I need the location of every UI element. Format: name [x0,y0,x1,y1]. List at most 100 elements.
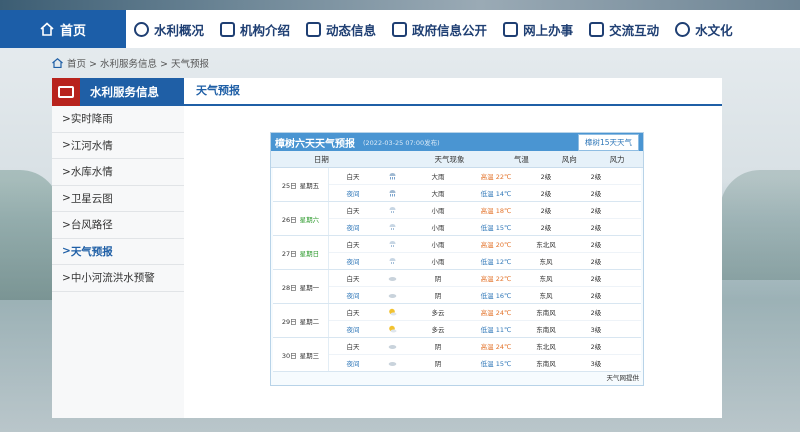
weather-text: 小雨 [431,207,445,216]
sidebar-item-realtime-rain[interactable]: > 实时降雨 [52,106,184,133]
temp-label: 高温 [480,343,494,352]
sidebar-item-label: 中小河流洪水预警 [70,272,155,285]
light-rain-icon [377,223,407,231]
temperature: 低温 15℃ [469,358,523,368]
temp-value: 15℃ [495,360,512,369]
newspaper-icon [58,86,74,98]
sidebar-item-river-level[interactable]: > 江河水情 [52,133,184,159]
wind-direction: 东北风 [536,343,556,352]
day-part-label: 夜间 [346,326,360,335]
forecast-day-row: 25日 星期五 白天 大雨 高温 22℃ 2级 2级 夜间 大雨 低温 14℃ 2级 2级 [273,168,641,202]
overcast-icon [377,342,407,350]
fifteen-day-button[interactable]: 樟树15天天气 [577,133,639,151]
temp-label: 低温 [480,360,494,369]
nav-home-label: 首页 [59,23,86,39]
day-part-label: 白天 [346,173,360,182]
nav-item-label: 水文化 [695,22,733,38]
weather-text: 小雨 [431,258,445,267]
day-part-label: 夜间 [346,292,360,301]
forecast-published: (2022-03-25 07:00发布) [363,139,440,147]
chat-icon [589,21,605,37]
wind-power: 3级 [590,326,602,335]
weather-text: 阴 [434,275,442,284]
forecast-widget: 樟树六天天气预报 (2022-03-25 07:00发布) 樟树15天天气 日期… [270,132,644,386]
wind-power: 2级 [590,292,602,301]
building-icon [220,21,236,37]
forecast-weekday: 星期六 [299,215,320,224]
temp-value: 16℃ [495,292,512,301]
globe-icon [134,21,149,37]
overcast-icon [377,291,407,299]
col-weather: 天气现象 [434,154,465,164]
water-drop-icon [675,21,691,37]
day-part-label: 夜间 [346,190,360,199]
forecast-date-day: 28日 [281,283,297,292]
sidebar-item-label: 水库水情 [70,166,113,179]
breadcrumb: 首页 > 水利服务信息 > 天气预报 [52,56,209,70]
day-part-label: 夜间 [346,224,360,233]
forecast-day-row: 白天 多云 高温 24℃ 东南风 2级 [329,304,641,320]
nav-item-overview[interactable]: 水利概况 [126,10,212,48]
tab-weather[interactable]: 天气预报 [184,82,252,104]
weather-text: 小雨 [431,241,445,250]
nav-item-online-service[interactable]: 网上办事 [495,10,581,48]
temperature: 低温 15℃ [469,222,523,232]
forecast-day-parts: 白天 小雨 高温 18℃ 2级 2级 夜间 小雨 低温 15℃ 2级 2级 [329,202,641,235]
forecast-date-day: 29日 [281,317,297,326]
forecast-day-row: 30日 星期三 白天阴高温 24℃ 东北风 2级 夜间阴低温 15℃ 东南风 3级 [273,338,641,372]
nav-home[interactable]: 首页 [0,10,126,48]
wind-direction: 2级 [540,190,552,199]
nav-item-gov-info[interactable]: 政府信息公开 [384,10,495,48]
sidebar-title: 水利服务信息 [80,78,184,106]
col-temp: 气温 [513,154,529,164]
forecast-night-row: 夜间 大雨 低温 14℃ 2级 2级 [329,184,641,201]
forecast-day-row: 白天 阴 高温 22℃ 东风 2级 [329,270,641,286]
forecast-day-row: 29日 星期二 白天 多云 高温 24℃ 东南风 2级 夜间 多云 低温 11℃ 东南风 3级 [273,304,641,338]
nav-item-water-culture[interactable]: 水文化 [667,10,741,48]
forecast-date-day: 27日 [281,249,297,258]
forecast-day-row: 白天 阴 高温 24℃ 东北风 2级 [329,338,641,354]
temperature: 低温 11℃ [469,324,523,334]
sidebar-header: 水利服务信息 [52,78,184,106]
hill-left [0,170,60,300]
col-wind-power: 风力 [609,154,625,164]
overcast-icon [377,274,407,282]
forecast-title: 樟树六天天气预报 [275,138,355,150]
sidebar-item-typhoon[interactable]: > 台风路径 [52,212,184,239]
nav-item-interaction[interactable]: 交流互动 [581,10,667,48]
forecast-day-row: 27日 星期日 白天 小雨 高温 20℃ 东北风 2级 夜间 小雨 低温 12℃ 东风 2级 [273,236,641,270]
forecast-weekday: 星期二 [299,317,320,326]
nav-item-institution[interactable]: 机构介绍 [212,10,298,48]
day-part-label: 白天 [346,275,360,284]
wind-power: 2级 [590,343,602,352]
sidebar-item-label: 天气预报 [70,245,113,258]
forecast-night-row: 夜间 阴 低温 15℃ 东南风 3级 [329,354,641,371]
sidebar-item-weather[interactable]: > 天气预报 [52,239,184,265]
nav-item-label: 动态信息 [326,22,377,38]
forecast-days: 25日 星期五 白天 大雨 高温 22℃ 2级 2级 夜间 大雨 低温 14℃ 2级 2级 26日 星期六… [271,168,643,372]
sidebar-item-label: 江河水情 [70,139,113,152]
sidebar-item-label: 实时降雨 [70,113,113,126]
forecast-day-parts: 白天 小雨 高温 20℃ 东北风 2级 夜间 小雨 低温 12℃ 东风 2级 [329,236,641,269]
sidebar-item-reservoir-level[interactable]: > 水库水情 [52,159,184,186]
light-rain-icon [377,240,407,248]
day-part-label: 夜间 [346,258,360,267]
weather-text: 阴 [434,343,442,352]
forecast-day-parts: 白天阴高温 22℃ 东风 2级 夜间阴低温 16℃ 东风 2级 [329,270,641,303]
sidebar-item-satellite[interactable]: > 卫星云图 [52,186,184,212]
temperature: 高温 20℃ [469,239,523,249]
wind-direction: 东风 [539,292,553,301]
forecast-day-row: 28日 星期一 白天阴高温 22℃ 东风 2级 夜间阴低温 16℃ 东风 2级 [273,270,641,304]
temp-label: 高温 [480,275,494,284]
wind-direction: 东风 [539,275,553,284]
nav-item-news[interactable]: 动态信息 [298,10,384,48]
sidebar-item-flood-warning[interactable]: > 中小河流洪水预警 [52,265,184,292]
wind-power: 2级 [590,241,602,250]
partly-cloudy-icon [377,308,407,316]
nav-item-label: 水利概况 [154,22,205,38]
col-date: 日期 [313,154,329,164]
partly-cloudy-icon [377,325,407,333]
list-icon [392,21,408,37]
forecast-column-header: 日期 天气现象 气温 风向 风力 [271,151,643,168]
forecast-day-parts: 白天 多云 高温 24℃ 东南风 2级 夜间 多云 低温 11℃ 东南风 3级 [329,304,641,337]
